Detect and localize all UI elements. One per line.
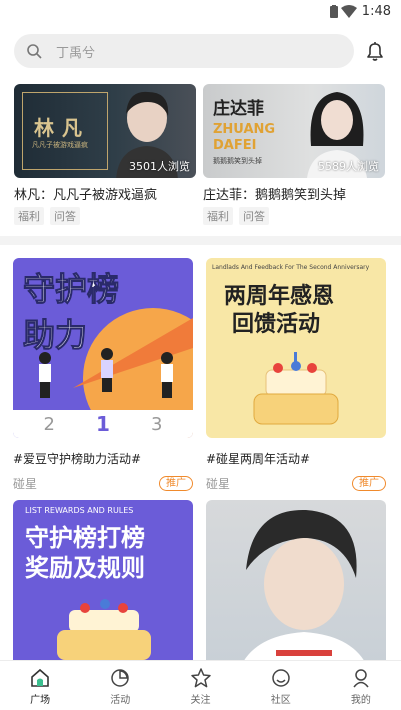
tab-community[interactable]: 社区 [241,661,321,710]
people-figures [39,348,173,398]
star-icon [190,668,211,688]
tab-label: 社区 [270,695,291,706]
tab-plaza[interactable]: 广场 [0,661,80,710]
tag[interactable]: 问答 [239,207,269,225]
art-top-text: LIST REWARDS AND RULES [25,506,134,515]
cake-illustration [253,352,339,425]
wifi-icon [341,5,357,18]
art-line-2: 回馈活动 [232,312,321,337]
post-card[interactable]: Landlads And Feedback For The Second Ann… [206,258,386,492]
tab-activity[interactable]: 活动 [80,661,160,710]
tag[interactable]: 福利 [14,207,44,225]
status-bar: 1:48 [0,0,401,26]
search-input[interactable]: 丁禹兮 [14,34,354,68]
card-source: 碰星 [13,477,38,491]
tab-label: 活动 [110,695,131,706]
tab-label: 关注 [190,695,211,706]
card-source: 碰星 [206,477,231,491]
art-pinyin-2: DAFEI [213,138,257,153]
art-name: 林凡 [34,116,90,140]
featured-card[interactable]: 庄达菲 ZHUANG DAFEI 鹅鹅鹅笑到头掉 5589人浏览 庄达菲：鹅鹅鹅… [203,84,385,225]
search-icon [27,44,42,59]
promo-badge: 推广 [352,476,386,491]
battery-icon [330,5,338,18]
card-title: #碰星两周年活动# [206,452,311,466]
card-title: 林凡：凡凡子被游戏逼疯 [14,188,158,203]
card-tags: 福利 问答 [14,207,196,225]
art-top-text: Landlads And Feedback For The Second Ann… [212,264,370,271]
tag[interactable]: 问答 [50,207,80,225]
art-pinyin-1: ZHUANG [213,122,276,137]
featured-card[interactable]: 林凡 凡凡子被游戏逼疯 3501人浏览 林凡：凡凡子被游戏逼疯 福利 问答 [14,84,196,225]
tab-label: 我的 [350,695,371,706]
cake-illustration [57,599,151,660]
card-title: 庄达菲：鹅鹅鹅笑到头掉 [203,188,347,203]
art-subtitle: 凡凡子被游戏逼疯 [32,141,88,149]
search-row: 丁禹兮 [0,30,401,72]
activity-icon [111,669,130,687]
profile-icon [353,669,369,688]
card-image: 林凡 凡凡子被游戏逼疯 3501人浏览 [14,84,196,178]
podium-label: 3 [150,413,163,435]
card-image [206,500,386,680]
card-image: 守护榜 助力 2 1 3 [13,258,193,438]
post-card[interactable] [206,500,386,680]
section-divider [0,236,401,245]
featured-row: 林凡 凡凡子被游戏逼疯 3501人浏览 林凡：凡凡子被游戏逼疯 福利 问答 庄达… [0,84,401,234]
tab-me[interactable]: 我的 [321,661,401,710]
art-subtitle: 鹅鹅鹅笑到头掉 [213,157,262,165]
community-icon [271,669,290,687]
art-line-2: 奖励及规则 [25,554,145,582]
view-count: 3501人浏览 [129,160,190,173]
bottom-tab-bar: 广场 活动 关注 社区 我的 [0,660,401,710]
person-photo [236,509,372,680]
tab-follow[interactable]: 关注 [160,661,240,710]
card-image: 庄达菲 ZHUANG DAFEI 鹅鹅鹅笑到头掉 5589人浏览 [203,84,385,178]
tag[interactable]: 福利 [203,207,233,225]
card-tags: 福利 问答 [203,207,385,225]
bell-icon[interactable] [363,39,387,63]
card-image: Landlads And Feedback For The Second Ann… [206,258,386,438]
search-placeholder: 丁禹兮 [56,46,96,61]
card-image: LIST REWARDS AND RULES 守护榜打榜 奖励及规则 [13,500,193,680]
art-line-1: 守护榜 [22,270,120,309]
tab-label: 广场 [30,695,51,706]
clock: 1:48 [361,4,391,19]
card-title: #爱豆守护榜助力活动# [13,452,142,466]
podium-label: 1 [96,412,110,436]
view-count: 5589人浏览 [318,160,379,173]
post-card[interactable]: 守护榜 助力 2 1 3 #爱豆守护榜助力活动# 碰星 推广 [13,258,193,492]
art-name: 庄达菲 [213,99,264,119]
post-card[interactable]: LIST REWARDS AND RULES 守护榜打榜 奖励及规则 [13,500,193,680]
promo-badge: 推广 [159,476,193,491]
podium-label: 2 [43,413,55,435]
home-icon [31,668,49,687]
